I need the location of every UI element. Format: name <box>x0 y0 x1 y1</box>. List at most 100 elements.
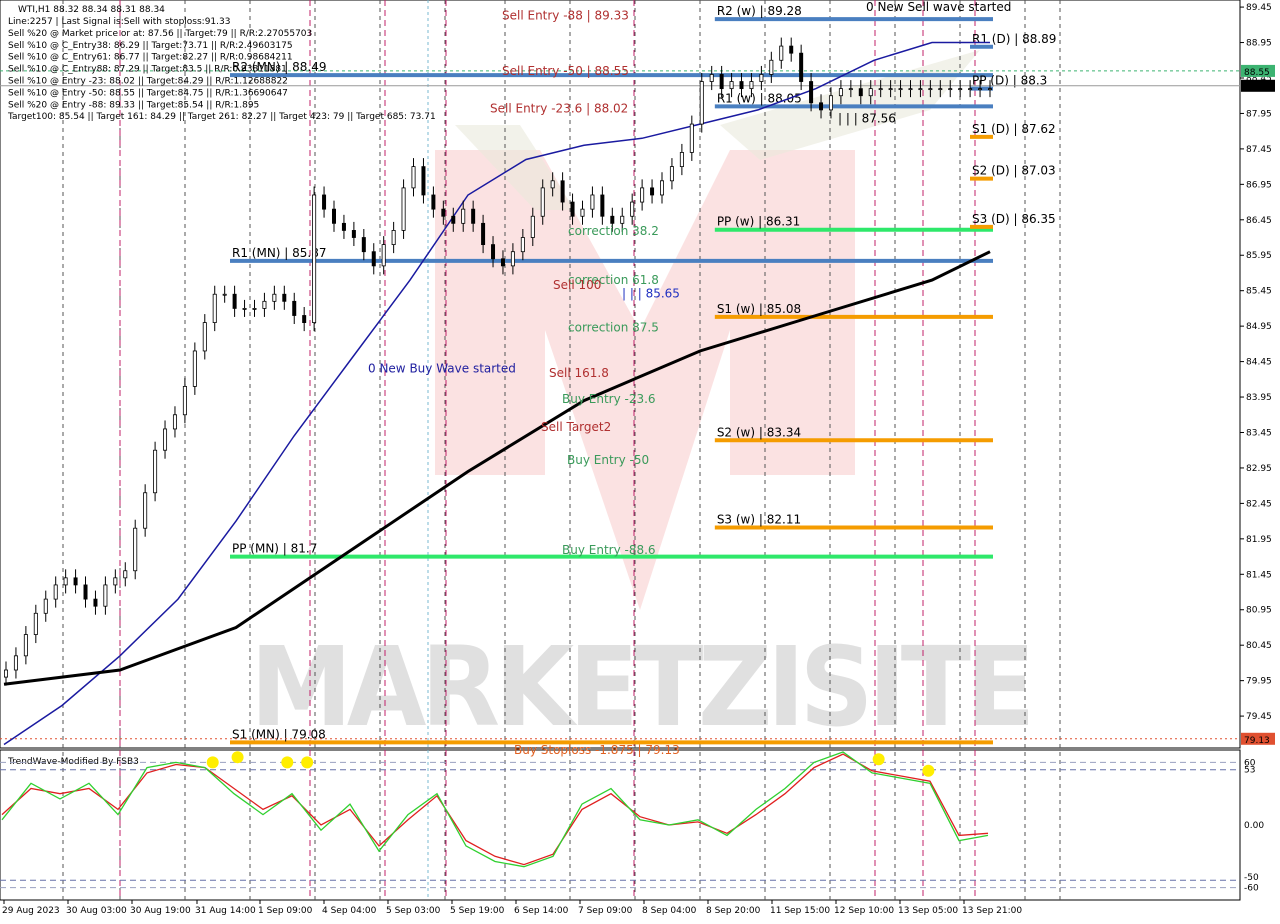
candle-body <box>709 74 714 82</box>
candle-body <box>302 315 307 323</box>
candle-body <box>83 584 88 600</box>
candle-body <box>898 88 903 91</box>
candle-body <box>451 215 456 224</box>
annotation: correction 38.2 <box>568 224 659 238</box>
candle-body <box>769 59 774 75</box>
y-tick-label: 83.95 <box>1246 393 1272 403</box>
info-line: Sell %10 @ C_Entry38: 86.29 || Target:73… <box>8 41 293 51</box>
candle-body <box>143 492 148 529</box>
price-tag-label: 88.55 <box>1244 68 1270 78</box>
candle-body <box>968 88 973 91</box>
x-tick-label: 13 Sep 05:00 <box>898 906 958 916</box>
info-line: Sell %10 @ C_Entry61: 86.77 || Target:82… <box>8 53 293 63</box>
level-label: S2 (w) | 83.34 <box>717 425 801 439</box>
info-line: Target100: 85.54 || Target 161: 84.29 ||… <box>7 112 436 122</box>
y-tick-label: 81.95 <box>1246 535 1272 545</box>
watermark-text: MARKETZISITE <box>250 623 1030 751</box>
osc-signal-dot <box>281 756 294 769</box>
candle-body <box>491 244 496 260</box>
candle-body <box>322 194 327 210</box>
candle-body <box>113 577 118 586</box>
x-tick-label: 30 Aug 03:00 <box>66 906 127 916</box>
annotation: Buy Stoploss -1.875 | 79.13 <box>514 743 680 757</box>
candle-body <box>262 300 267 309</box>
candle-body <box>918 88 923 91</box>
candle-body <box>878 88 883 91</box>
y-tick-label: 88.95 <box>1246 39 1272 49</box>
candle-body <box>312 194 317 323</box>
candle-body <box>789 45 794 54</box>
candle-body <box>441 208 446 217</box>
annotation: Buy Entry -88.6 <box>562 543 656 557</box>
candle-body <box>908 88 913 91</box>
info-line: Sell %20 @ Market price or at: 87.56 || … <box>8 29 312 39</box>
y-tick-label: 87.95 <box>1246 109 1272 119</box>
candle-body <box>292 300 297 316</box>
candle-body <box>838 88 843 97</box>
candle-body <box>222 293 227 296</box>
candle-body <box>679 152 684 168</box>
candle-body <box>371 251 376 267</box>
x-tick-label: 11 Sep 15:00 <box>770 906 830 916</box>
candle-body <box>53 584 58 600</box>
candle-body <box>232 293 237 309</box>
info-line: Sell %20 @ Entry -88: 89.33 || Target:85… <box>8 100 259 110</box>
osc-signal-dot <box>206 756 219 769</box>
x-tick-label: 29 Aug 2023 <box>2 906 60 916</box>
candle-body <box>401 187 406 231</box>
y-tick-label: 86.45 <box>1246 216 1272 226</box>
x-tick-label: 8 Sep 04:00 <box>642 906 697 916</box>
candle-body <box>669 166 674 182</box>
candle-body <box>63 577 68 586</box>
x-tick-label: 5 Sep 19:00 <box>450 906 505 916</box>
candle-body <box>520 237 525 253</box>
y-tick-label: 81.45 <box>1246 570 1272 580</box>
candle-body <box>570 201 575 217</box>
candle-body <box>391 230 396 246</box>
y-tick-label: 85.45 <box>1246 287 1272 297</box>
candle-body <box>242 308 247 310</box>
y-tick-label: 79.45 <box>1246 712 1272 722</box>
candle-body <box>590 194 595 210</box>
candle-body <box>172 414 177 430</box>
level-label: PP (w) | 86.31 <box>717 215 801 229</box>
y-tick-label: 84.45 <box>1246 358 1272 368</box>
candle-body <box>739 81 744 90</box>
x-tick-label: 13 Sep 21:00 <box>962 906 1022 916</box>
candle-body <box>600 194 605 217</box>
x-tick-label: 8 Sep 20:00 <box>706 906 761 916</box>
x-tick-label: 6 Sep 14:00 <box>514 906 569 916</box>
y-tick-label: 82.45 <box>1246 499 1272 509</box>
candle-body <box>43 598 48 614</box>
candle-body <box>163 428 168 451</box>
annotation: | | | 85.65 <box>622 287 680 301</box>
level-label: R1 (D) | 88.89 <box>972 32 1056 46</box>
candle-body <box>978 88 983 91</box>
annotation: Buy Entry -23.6 <box>562 392 656 406</box>
candle-body <box>471 208 476 224</box>
candle-body <box>809 81 814 104</box>
candle-body <box>361 237 366 253</box>
y-tick-label: 80.45 <box>1246 641 1272 651</box>
info-line: Sell %10 @ C_Entry88: 87.29 || Target:83… <box>8 65 287 75</box>
osc-signal-dot <box>922 764 935 777</box>
candle-body <box>13 655 18 671</box>
candle-body <box>212 293 217 323</box>
annotation: Sell 100 <box>553 278 601 292</box>
candle-body <box>530 215 535 238</box>
candle-body <box>381 244 386 267</box>
candle-body <box>988 88 993 91</box>
y-tick-label: 84.95 <box>1246 322 1272 332</box>
candle-body <box>848 88 853 91</box>
osc-signal-dot <box>301 756 314 769</box>
candle-body <box>23 634 28 657</box>
candle-body <box>580 208 585 217</box>
price-tag-label: 79.13 <box>1244 736 1270 746</box>
candle-body <box>719 74 724 90</box>
osc-tick-label: 0.00 <box>1244 821 1264 831</box>
info-line: Line:2257 | Last Signal is:Sell with sto… <box>8 17 230 27</box>
osc-tick-label: 53 <box>1244 766 1255 776</box>
level-label: S3 (D) | 86.35 <box>972 212 1056 226</box>
candle-body <box>431 194 436 210</box>
candle-body <box>868 88 873 97</box>
